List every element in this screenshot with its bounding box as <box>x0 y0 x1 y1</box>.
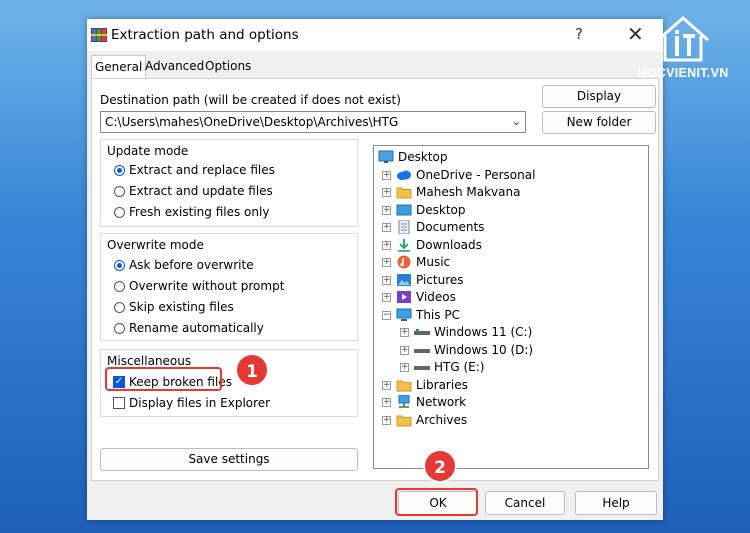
radio-ask-before-overwrite[interactable] <box>114 260 125 271</box>
music-icon <box>397 255 411 269</box>
house-logo-icon <box>657 16 709 62</box>
winrar-icon <box>91 28 107 42</box>
radio-rename-automatically-label[interactable]: Rename automatically <box>129 321 264 335</box>
drive-icon <box>414 366 430 370</box>
desktop-icon <box>378 150 394 163</box>
videos-icon <box>397 291 411 303</box>
chevron-down-icon[interactable]: ⌄ <box>512 115 521 128</box>
libraries-icon <box>396 380 412 392</box>
tab-strip: General Advanced Options <box>91 55 659 79</box>
step-2-badge: 2 <box>423 449 457 483</box>
update-mode-title: Update mode <box>107 144 189 158</box>
drive-icon <box>414 349 430 353</box>
tree-item-label: Music <box>416 255 451 269</box>
tab-advanced[interactable]: Advanced <box>143 59 206 73</box>
new-folder-button[interactable]: New folder <box>542 111 656 134</box>
expand-icon[interactable]: + <box>382 276 391 285</box>
tree-item-label: Videos <box>416 290 456 304</box>
expand-icon[interactable]: + <box>382 206 391 215</box>
expand-icon[interactable]: + <box>382 381 391 390</box>
hocvienit-logo: HOCVIENIT.VN <box>622 14 744 84</box>
expand-icon[interactable]: + <box>382 188 391 197</box>
radio-ask-before-overwrite-label[interactable]: Ask before overwrite <box>129 258 254 272</box>
documents-icon <box>398 220 410 234</box>
tree-item-label: This PC <box>416 308 460 322</box>
tree-item-label: OneDrive - Personal <box>416 168 536 182</box>
destination-path-value: C:\Users\mahes\OneDrive\Desktop\Archives… <box>105 115 399 129</box>
cancel-button[interactable]: Cancel <box>485 491 565 515</box>
highlight-keep-broken-files <box>105 367 222 391</box>
collapse-icon[interactable]: − <box>382 311 391 320</box>
tree-item-label: Archives <box>416 413 468 427</box>
radio-overwrite-without-prompt-label[interactable]: Overwrite without prompt <box>129 279 284 293</box>
radio-extract-update[interactable] <box>114 186 125 197</box>
drive-icon <box>414 329 430 335</box>
help-button[interactable]: Help <box>575 491 657 515</box>
tree-root-label: Desktop <box>398 150 448 164</box>
radio-overwrite-without-prompt[interactable] <box>114 281 125 292</box>
display-in-explorer-checkbox[interactable] <box>113 397 125 409</box>
help-title-button[interactable]: ? <box>575 25 583 43</box>
display-button[interactable]: Display <box>542 85 656 108</box>
miscellaneous-title: Miscellaneous <box>107 354 192 368</box>
expand-icon[interactable]: + <box>382 241 391 250</box>
desktop-folder-icon <box>396 204 412 216</box>
expand-icon[interactable]: + <box>400 328 409 337</box>
radio-skip-existing-label[interactable]: Skip existing files <box>129 300 234 314</box>
tab-options[interactable]: Options <box>203 59 253 73</box>
radio-extract-replace[interactable] <box>114 165 125 176</box>
watermark-text: HOCVIENIT.VN <box>637 66 729 80</box>
tab-general[interactable]: General <box>91 55 147 78</box>
tree-item-label: Downloads <box>416 238 482 252</box>
tree-item-label: Documents <box>416 220 485 234</box>
tree-item-label: Windows 10 (D:) <box>434 343 534 357</box>
tree-item-label: Mahesh Makvana <box>416 185 521 199</box>
network-icon <box>398 395 410 408</box>
user-folder-icon <box>396 187 412 199</box>
save-settings-button[interactable]: Save settings <box>100 448 358 471</box>
radio-extract-replace-label[interactable]: Extract and replace files <box>129 163 275 177</box>
downloads-icon <box>398 239 410 252</box>
radio-fresh-existing-label[interactable]: Fresh existing files only <box>129 205 269 219</box>
step-1-badge: 1 <box>235 353 269 387</box>
tree-item-label: Windows 11 (C:) <box>434 325 533 339</box>
expand-icon[interactable]: + <box>382 223 391 232</box>
tree-item-label: Desktop <box>416 203 466 217</box>
expand-icon[interactable]: + <box>382 416 391 425</box>
destination-path-combobox[interactable]: C:\Users\mahes\OneDrive\Desktop\Archives… <box>100 111 526 133</box>
expand-icon[interactable]: + <box>382 171 391 180</box>
display-in-explorer-label[interactable]: Display files in Explorer <box>129 396 270 410</box>
tree-item-label: HTG (E:) <box>434 360 485 374</box>
dialog-title: Extraction path and options <box>111 27 299 43</box>
extraction-dialog: Extraction path and options ? ✕ General … <box>87 19 663 520</box>
folder-tree[interactable]: Desktop + OneDrive - Personal + Mahesh M… <box>373 145 649 469</box>
expand-icon[interactable]: + <box>382 258 391 267</box>
tree-item-label: Network <box>416 395 467 409</box>
radio-fresh-existing[interactable] <box>114 207 125 218</box>
expand-icon[interactable]: + <box>382 398 391 407</box>
pictures-icon <box>397 274 411 286</box>
overwrite-mode-title: Overwrite mode <box>107 238 204 252</box>
tree-item-label: Libraries <box>416 378 468 392</box>
radio-rename-automatically[interactable] <box>114 323 125 334</box>
expand-icon[interactable]: + <box>400 363 409 372</box>
highlight-ok-button <box>395 488 478 516</box>
expand-icon[interactable]: + <box>382 293 391 302</box>
folder-icon <box>396 415 412 427</box>
radio-skip-existing[interactable] <box>114 302 125 313</box>
cloud-icon <box>397 170 411 180</box>
expand-icon[interactable]: + <box>400 346 409 355</box>
pc-icon <box>396 308 412 321</box>
title-bar: Extraction path and options ? ✕ <box>87 19 663 51</box>
radio-extract-update-label[interactable]: Extract and update files <box>129 184 273 198</box>
tree-item-label: Pictures <box>416 273 464 287</box>
destination-label: Destination path (will be created if doe… <box>100 93 401 107</box>
